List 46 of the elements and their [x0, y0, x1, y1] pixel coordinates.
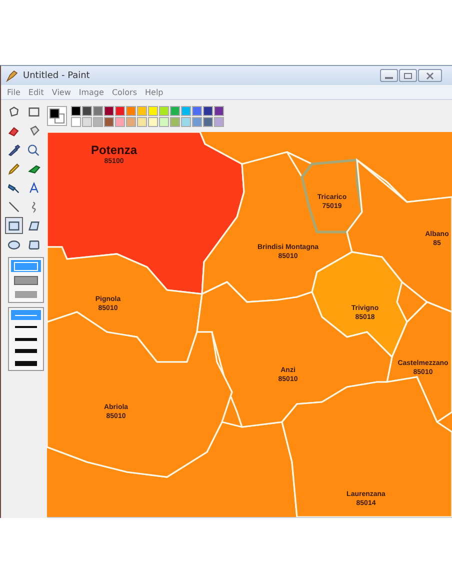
- maximize-button[interactable]: [399, 69, 417, 82]
- color-swatch[interactable]: [104, 116, 114, 126]
- color-swatch[interactable]: [82, 116, 92, 126]
- color-swatch[interactable]: [192, 106, 202, 116]
- menu-item[interactable]: Colors: [112, 88, 137, 96]
- color-swatch[interactable]: [71, 106, 81, 116]
- color-swatch[interactable]: [159, 116, 169, 126]
- color-swatch[interactable]: [181, 116, 191, 126]
- close-button[interactable]: [418, 69, 442, 82]
- color-swatch[interactable]: [137, 106, 147, 116]
- color-swatch[interactable]: [214, 106, 224, 116]
- color-swatch[interactable]: [82, 106, 92, 116]
- menu-item[interactable]: Edit: [28, 88, 44, 96]
- menu-item[interactable]: Image: [78, 88, 104, 96]
- color-swatch[interactable]: [126, 106, 136, 116]
- color-swatch[interactable]: [93, 106, 103, 116]
- maximize-icon: [403, 72, 413, 80]
- color-swatch[interactable]: [104, 106, 114, 116]
- outline-fill-style-icon[interactable]: [11, 274, 41, 286]
- color-swatch[interactable]: [71, 116, 81, 126]
- color-swatch[interactable]: [181, 106, 191, 116]
- color-swatch[interactable]: [93, 116, 103, 126]
- outline-style-icon[interactable]: [11, 260, 41, 272]
- color-swatch[interactable]: [137, 116, 147, 126]
- rectangle-icon[interactable]: [5, 217, 23, 234]
- color-swatch[interactable]: [115, 106, 125, 116]
- color-swatch[interactable]: [170, 116, 180, 126]
- color-swatch[interactable]: [214, 116, 224, 126]
- color-swatch[interactable]: [203, 106, 213, 116]
- menu-item[interactable]: File: [7, 88, 20, 96]
- color-swatch[interactable]: [192, 116, 202, 126]
- menu-item[interactable]: View: [52, 88, 71, 96]
- color-swatch[interactable]: [203, 116, 213, 126]
- color-swatch[interactable]: [126, 116, 136, 126]
- current-colors-icon[interactable]: [47, 106, 67, 126]
- menu-item[interactable]: Help: [145, 88, 164, 96]
- paint-brush-icon: [5, 68, 19, 82]
- color-swatch[interactable]: [148, 116, 158, 126]
- close-icon: [425, 72, 435, 80]
- color-swatch[interactable]: [170, 106, 180, 116]
- place-name: Potenza: [91, 143, 137, 157]
- color-swatch[interactable]: [115, 116, 125, 126]
- window-title: Untitled - Paint: [23, 70, 90, 80]
- color-swatch[interactable]: [159, 106, 169, 116]
- color-swatch[interactable]: [148, 106, 158, 116]
- minimize-button[interactable]: [380, 69, 398, 82]
